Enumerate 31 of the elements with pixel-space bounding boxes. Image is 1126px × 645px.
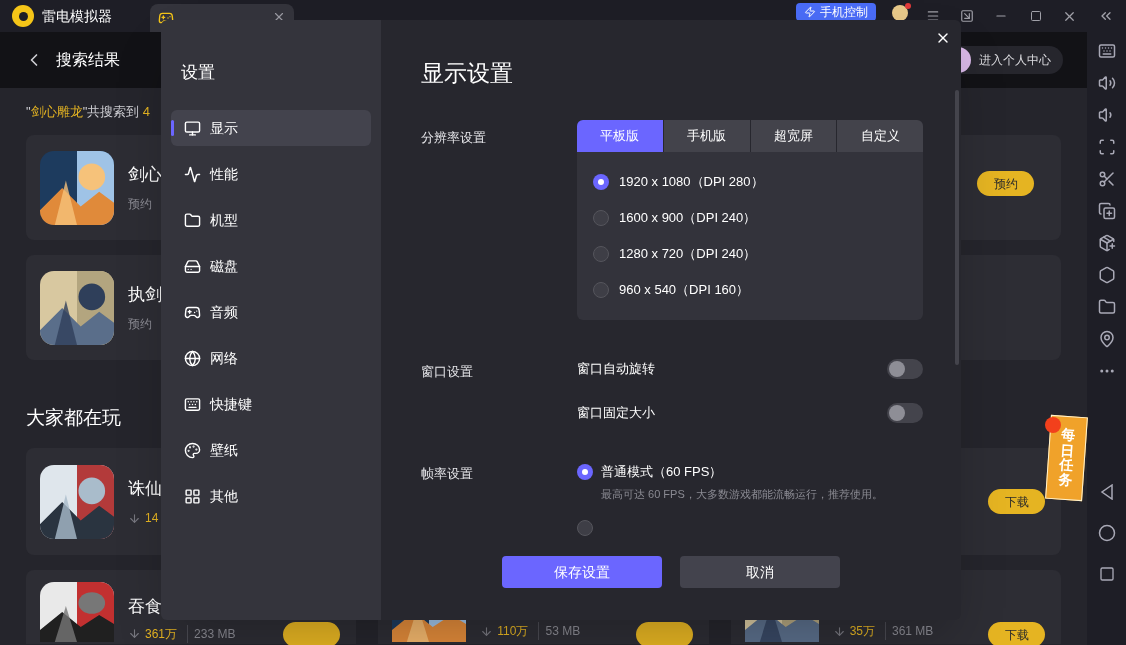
app-title: 雷电模拟器 bbox=[42, 6, 112, 26]
game-title: 吞食 bbox=[128, 596, 163, 618]
section-label: 帧率设置 bbox=[421, 465, 474, 483]
section-label: 窗口设置 bbox=[421, 363, 474, 381]
page-title: 搜索结果 bbox=[56, 50, 120, 70]
game-subtitle: 预约 bbox=[128, 196, 153, 214]
daily-task-label: 每日任务 bbox=[1057, 426, 1076, 490]
page-heading: 显示设置 bbox=[421, 59, 514, 88]
game-subtitle: 预约 bbox=[128, 316, 153, 334]
resolution-option: 1600 x 900（DPI 240） bbox=[619, 208, 757, 228]
download-count: 361万 bbox=[145, 625, 178, 643]
settings-title: 设置 bbox=[181, 62, 216, 84]
search-summary: "剑心雕龙"共搜索到 4 bbox=[26, 103, 152, 120]
game-title: 剑心 bbox=[128, 163, 162, 186]
file-size: 53 MB bbox=[538, 622, 581, 640]
game-title: 执剑 bbox=[128, 283, 162, 306]
file-size: 233 MB bbox=[187, 624, 236, 643]
framerate-option: 普通模式（60 FPS） bbox=[601, 462, 883, 482]
toggle-label: 窗口自动旋转 bbox=[577, 360, 655, 379]
section-title: 大家都在玩 bbox=[26, 406, 121, 430]
option-description: 最高可达 60 FPS，大多数游戏都能流畅运行，推荐使用。 bbox=[601, 486, 883, 502]
resolution-option: 1920 x 1080（DPI 280） bbox=[619, 172, 764, 192]
game-title: 诛仙 bbox=[128, 477, 162, 500]
toggle-label: 窗口固定大小 bbox=[577, 404, 655, 423]
download-count: 35万 bbox=[849, 623, 875, 640]
download-count: 14 bbox=[145, 510, 159, 528]
resolution-option: 1280 x 720（DPI 240） bbox=[619, 244, 757, 264]
download-count: 110万 bbox=[497, 623, 529, 640]
file-size: 361 MB bbox=[885, 622, 934, 640]
section-label: 分辨率设置 bbox=[421, 129, 487, 147]
resolution-option: 960 x 540（DPI 160） bbox=[619, 280, 750, 300]
